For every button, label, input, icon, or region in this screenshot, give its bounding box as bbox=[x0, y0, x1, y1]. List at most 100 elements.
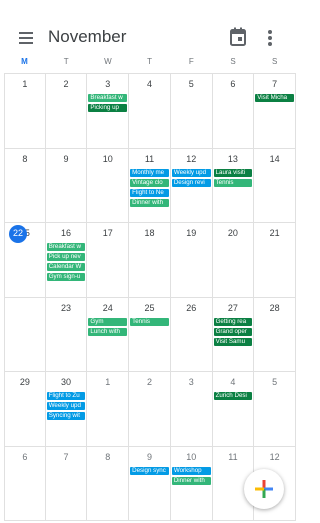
event-chip[interactable]: Zurich Desi bbox=[213, 392, 253, 400]
event-chip[interactable]: Tennis bbox=[130, 317, 169, 326]
day-cell[interactable]: 23 bbox=[45, 297, 88, 372]
event-chip[interactable]: Visit Micha bbox=[255, 94, 294, 102]
day-cell[interactable]: 5 bbox=[170, 74, 213, 149]
day-cell[interactable]: 8 bbox=[4, 148, 46, 223]
day-cell[interactable]: 21 bbox=[254, 223, 296, 298]
day-number: 3 bbox=[105, 79, 111, 89]
event-chip[interactable]: Pick up nev bbox=[46, 253, 86, 261]
day-number: 6 bbox=[230, 79, 236, 89]
day-number: 18 bbox=[144, 228, 155, 238]
event-chip[interactable]: Dinner with bbox=[171, 476, 211, 485]
event-chip[interactable]: Getting rea bbox=[213, 317, 253, 326]
today-date: 22 bbox=[12, 228, 23, 238]
day-number: 3 bbox=[188, 377, 194, 387]
create-event-button[interactable] bbox=[244, 469, 284, 509]
day-cell[interactable]: 10 Workshop Dinner with bbox=[170, 446, 213, 521]
event-chip[interactable]: Monthly me bbox=[130, 168, 169, 177]
event-chip[interactable]: Dinner with bbox=[130, 198, 169, 207]
day-number: 6 bbox=[22, 451, 28, 462]
day-cell[interactable]: 30 Flight to Zu Weekly upd Syncing wit bbox=[45, 372, 88, 447]
day-cell[interactable]: 1 bbox=[4, 74, 46, 149]
add-plus-icon bbox=[255, 480, 273, 498]
event-chip[interactable]: Weekly upd bbox=[171, 168, 211, 177]
month-title[interactable]: November bbox=[48, 27, 126, 47]
day-cell[interactable]: 6 bbox=[212, 74, 255, 149]
day-cell[interactable]: 4 Zurich Desi bbox=[212, 372, 255, 447]
day-cell[interactable]: 3 bbox=[170, 372, 213, 447]
day-cell[interactable]: 25 Tennis bbox=[129, 297, 171, 372]
event-chip[interactable]: Breakfast w bbox=[88, 94, 128, 102]
day-cell[interactable]: 19 bbox=[170, 223, 213, 298]
event-chip[interactable]: Gym bbox=[88, 317, 128, 326]
day-cell[interactable]: 20 bbox=[212, 223, 255, 298]
day-cell[interactable]: 16 Breakfast w Pick up nev Calendar W Gym si… bbox=[45, 223, 88, 298]
day-number: 1 bbox=[22, 79, 28, 89]
day-cell[interactable]: 10 bbox=[87, 148, 130, 223]
day-number: 8 bbox=[22, 153, 28, 164]
event-chip[interactable]: Gym sign-u bbox=[46, 273, 86, 281]
day-cell[interactable]: 9 bbox=[45, 148, 88, 223]
day-cell[interactable]: 29 bbox=[4, 372, 46, 447]
event-chip[interactable]: Calendar W bbox=[46, 263, 86, 271]
event-chip[interactable]: Workshop bbox=[171, 466, 211, 475]
day-cell[interactable]: 2 bbox=[129, 372, 171, 447]
event-chip[interactable]: Laura visiti bbox=[213, 168, 253, 177]
day-cell[interactable]: 8 bbox=[87, 446, 130, 521]
day-cell[interactable]: 6 bbox=[4, 446, 46, 521]
day-cell[interactable]: 5 bbox=[254, 372, 296, 447]
app-header: November M T W T F S S bbox=[0, 0, 300, 76]
event-chip[interactable]: Visit Samu bbox=[213, 337, 253, 346]
day-cell[interactable]: 2 bbox=[45, 74, 88, 149]
day-cell[interactable]: 9 Design sync bbox=[129, 446, 171, 521]
day-number: 11 bbox=[144, 153, 155, 164]
day-cell[interactable]: 26 bbox=[170, 297, 213, 372]
event-chip[interactable]: Syncing wit bbox=[46, 412, 86, 420]
event-chip[interactable]: Design revi bbox=[171, 178, 211, 187]
weekday-label: T bbox=[63, 57, 69, 66]
day-cell[interactable]: 3 Breakfast w Picking up bbox=[87, 74, 130, 149]
day-number: 29 bbox=[19, 377, 30, 387]
event-chip[interactable]: Breakfast w bbox=[46, 243, 86, 251]
day-cell[interactable]: 11 Monthly me Vintage clo Flight to Ne Dinne… bbox=[129, 148, 171, 223]
day-cell[interactable]: 28 bbox=[254, 297, 296, 372]
day-number: 11 bbox=[228, 451, 238, 462]
weekday-label: M bbox=[21, 57, 28, 66]
day-number: 4 bbox=[146, 79, 152, 89]
event-chip[interactable]: Design sync bbox=[130, 466, 169, 475]
event-chip[interactable]: Flight to Ne bbox=[130, 188, 169, 197]
event-chip[interactable]: Grand oper bbox=[213, 327, 253, 336]
month-grid: 1 2 3 Breakfast w Picking up 4 5 6 7 Visit Micha 8… bbox=[4, 74, 296, 523]
day-cell[interactable]: 18 bbox=[129, 223, 171, 298]
day-cell[interactable]: 17 bbox=[87, 223, 130, 298]
weekday-header-row: M T W T F S S bbox=[4, 57, 296, 71]
day-cell[interactable]: 14 bbox=[254, 148, 296, 223]
day-cell[interactable]: 7 bbox=[45, 446, 88, 521]
event-chip[interactable]: Flight to Zu bbox=[46, 392, 86, 400]
day-number: 9 bbox=[146, 451, 152, 462]
event-chip[interactable]: Lunch with bbox=[88, 327, 128, 336]
day-cell[interactable]: 1 bbox=[87, 372, 130, 447]
hamburger-menu-icon[interactable] bbox=[17, 29, 37, 47]
event-chip[interactable]: Tennis bbox=[213, 178, 253, 187]
more-vert-icon[interactable] bbox=[262, 27, 278, 49]
day-number: 26 bbox=[186, 302, 197, 313]
day-cell[interactable]: 12 Weekly upd Design revi bbox=[170, 148, 213, 223]
day-number: 30 bbox=[61, 377, 72, 387]
day-cell[interactable]: 4 bbox=[129, 74, 171, 149]
today-badge[interactable]: 22 bbox=[9, 225, 27, 243]
day-number: 12 bbox=[269, 451, 280, 462]
day-number: 14 bbox=[269, 153, 280, 164]
day-cell[interactable]: 22 bbox=[4, 297, 46, 372]
day-number: 2 bbox=[146, 377, 152, 387]
event-chip[interactable]: Picking up bbox=[88, 104, 128, 112]
day-cell[interactable]: 27 Getting rea Grand oper Visit Samu bbox=[212, 297, 255, 372]
event-chip[interactable]: Vintage clo bbox=[130, 178, 169, 187]
event-chip[interactable]: Weekly upd bbox=[46, 402, 86, 410]
day-number: 23 bbox=[61, 302, 72, 313]
day-number: 25 bbox=[144, 302, 155, 313]
day-number: 5 bbox=[188, 79, 194, 89]
day-cell[interactable]: 13 Laura visiti Tennis bbox=[212, 148, 255, 223]
calendar-today-icon[interactable] bbox=[229, 27, 247, 47]
day-cell[interactable]: 7 Visit Micha bbox=[254, 74, 296, 149]
day-cell[interactable]: 24 Gym Lunch with bbox=[87, 297, 130, 372]
